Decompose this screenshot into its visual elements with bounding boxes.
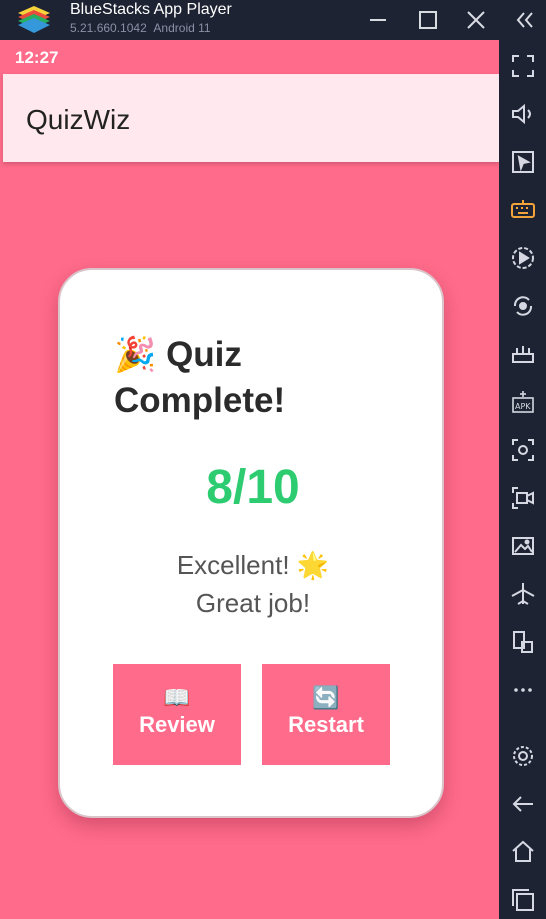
- screen-record-icon[interactable]: [509, 484, 537, 512]
- window-title: BlueStacks App Player: [70, 1, 232, 18]
- message-line-1: Excellent! 🌟: [176, 550, 330, 580]
- restart-button-label: Restart: [288, 712, 364, 737]
- macro-play-icon[interactable]: [509, 244, 537, 272]
- party-popper-icon: 🎉: [114, 336, 157, 374]
- home-icon[interactable]: [509, 838, 537, 866]
- screenshot-icon[interactable]: [509, 436, 537, 464]
- app-bar: QuizWiz: [3, 74, 499, 162]
- more-icon[interactable]: [509, 676, 537, 704]
- result-card: 🎉 Quiz Complete! 8/10 Excellent! 🌟 Great…: [58, 268, 444, 818]
- collapse-sidebar-icon[interactable]: [510, 6, 538, 34]
- status-time: 12:27: [15, 48, 59, 67]
- window-version: 5.21.660.1042 Android 11: [70, 21, 211, 35]
- fullscreen-icon[interactable]: [509, 52, 537, 80]
- status-bar: 12:27: [0, 40, 499, 74]
- pointer-icon[interactable]: [509, 148, 537, 176]
- maximize-icon[interactable]: [414, 6, 442, 34]
- performance-icon[interactable]: [509, 340, 537, 368]
- result-title: 🎉 Quiz Complete!: [114, 332, 414, 423]
- review-button[interactable]: 📖 Review: [113, 664, 241, 765]
- volume-icon[interactable]: [509, 100, 537, 128]
- recent-apps-icon[interactable]: [509, 886, 537, 914]
- minimize-icon[interactable]: [364, 6, 392, 34]
- window-titlebar: BlueStacks App Player 5.21.660.1042 Andr…: [0, 0, 546, 40]
- score-value: 8/10: [206, 461, 300, 514]
- app-title: QuizWiz: [26, 104, 131, 135]
- close-icon[interactable]: [462, 6, 490, 34]
- multi-instance-icon[interactable]: [509, 628, 537, 656]
- restart-icon: 🔄: [312, 685, 340, 710]
- bluestacks-logo-icon: [14, 3, 54, 37]
- restart-button[interactable]: 🔄 Restart: [262, 664, 390, 765]
- book-icon: 📖: [163, 685, 191, 710]
- bluestacks-sidebar: APK: [499, 40, 546, 919]
- airplane-mode-icon[interactable]: [509, 580, 537, 608]
- rotate-icon[interactable]: [509, 292, 537, 320]
- message-line-2: Great job!: [195, 588, 311, 618]
- keyboard-icon[interactable]: [509, 196, 537, 224]
- settings-icon[interactable]: [509, 742, 537, 770]
- back-icon[interactable]: [509, 790, 537, 818]
- svg-text:APK: APK: [515, 402, 531, 411]
- review-button-label: Review: [139, 712, 215, 737]
- apk-install-icon[interactable]: APK: [509, 388, 537, 416]
- result-message: Excellent! 🌟 Great job!: [100, 546, 406, 622]
- android-screen: 12:27 QuizWiz 🎉 Quiz Complete! 8/10 Exce…: [0, 40, 499, 919]
- media-folder-icon[interactable]: [509, 532, 537, 560]
